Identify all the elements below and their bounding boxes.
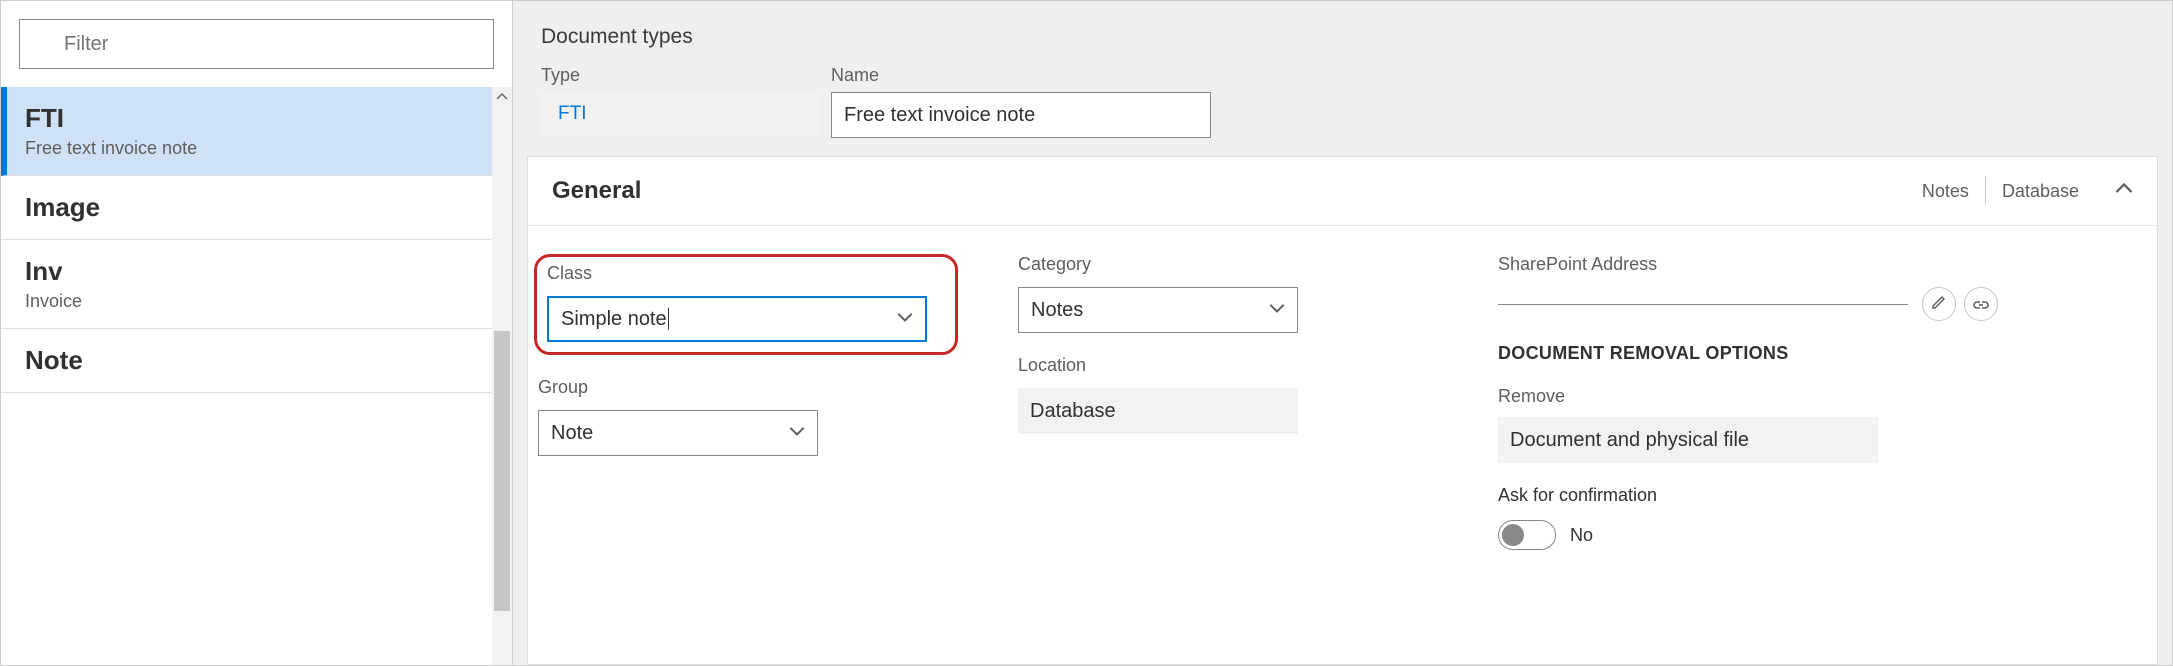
name-label: Name	[831, 65, 1211, 86]
confirm-label: Ask for confirmation	[1498, 485, 1998, 506]
general-col-3: SharePoint Address	[1498, 254, 1998, 550]
edit-button[interactable]	[1922, 287, 1956, 321]
document-type-list: FTI Free text invoice note Image Inv Inv…	[1, 87, 512, 665]
list-item-image[interactable]: Image	[1, 176, 492, 240]
general-col-1: Class Simple note Group Note	[538, 254, 958, 550]
group-field: Group Note	[538, 377, 958, 456]
app-root: FTI Free text invoice note Image Inv Inv…	[0, 0, 2173, 666]
pencil-icon	[1931, 294, 1947, 315]
toggle-track	[1498, 520, 1556, 550]
class-select[interactable]: Simple note	[547, 296, 927, 342]
class-label: Class	[547, 263, 945, 284]
category-select[interactable]: Notes	[1018, 287, 1298, 333]
general-body: Class Simple note Group Note	[528, 226, 2157, 570]
general-card-header[interactable]: General Notes Database	[528, 157, 2157, 226]
summary-tag-notes: Notes	[1906, 181, 1985, 202]
list-item-inv[interactable]: Inv Invoice	[1, 240, 492, 329]
link-icon	[1973, 294, 1989, 315]
page-title: Document types	[527, 13, 2158, 65]
type-label: Type	[541, 65, 821, 86]
sharepoint-row	[1498, 287, 1998, 321]
group-value: Note	[551, 422, 593, 445]
chevron-down-icon	[1269, 299, 1285, 322]
remove-field: Remove Document and physical file	[1498, 386, 1998, 463]
sharepoint-input[interactable]	[1498, 304, 1908, 305]
category-field: Category Notes	[1018, 254, 1438, 333]
remove-value[interactable]: Document and physical file	[1498, 417, 1878, 463]
list-item-title: Inv	[25, 256, 468, 287]
sidebar: FTI Free text invoice note Image Inv Inv…	[1, 1, 513, 665]
document-removal-heading: DOCUMENT REMOVAL OPTIONS	[1498, 343, 1998, 364]
location-label: Location	[1018, 355, 1438, 376]
general-col-2: Category Notes Location Database	[1018, 254, 1438, 550]
list-item-subtitle: Free text invoice note	[25, 138, 468, 159]
chevron-up-icon[interactable]	[2115, 180, 2133, 203]
confirm-value: No	[1570, 525, 1593, 546]
list-item-fti[interactable]: FTI Free text invoice note	[1, 87, 492, 176]
type-field: Type FTI	[541, 65, 821, 138]
toggle-knob	[1502, 524, 1524, 546]
general-title: General	[552, 177, 1906, 205]
general-card: General Notes Database Class Simple note	[527, 156, 2158, 665]
list-item-title: FTI	[25, 103, 468, 134]
filter-input[interactable]	[19, 19, 494, 69]
header-fields: Type FTI Name	[527, 65, 2158, 156]
class-value: Simple note	[561, 308, 669, 331]
sharepoint-field: SharePoint Address	[1498, 254, 1998, 321]
group-label: Group	[538, 377, 958, 398]
link-button[interactable]	[1964, 287, 1998, 321]
sharepoint-label: SharePoint Address	[1498, 254, 1998, 275]
name-field: Name	[831, 65, 1211, 138]
list-item-title: Image	[25, 192, 468, 223]
scroll-up-arrow[interactable]	[492, 87, 512, 107]
confirm-toggle[interactable]: No	[1498, 520, 1998, 550]
list-item-note[interactable]: Note	[1, 329, 492, 393]
location-value: Database	[1018, 388, 1298, 434]
type-value-link[interactable]: FTI	[541, 92, 821, 136]
main-panel: Document types Type FTI Name General Not…	[513, 1, 2172, 665]
category-value: Notes	[1031, 299, 1083, 322]
chevron-down-icon	[897, 308, 913, 331]
filter-container	[1, 1, 512, 87]
remove-label: Remove	[1498, 386, 1998, 407]
confirm-field: Ask for confirmation No	[1498, 485, 1998, 550]
location-field: Location Database	[1018, 355, 1438, 434]
summary-tag-database: Database	[1986, 181, 2095, 202]
chevron-down-icon	[789, 422, 805, 445]
class-field-highlight: Class Simple note	[534, 254, 958, 355]
name-input[interactable]	[831, 92, 1211, 138]
group-select[interactable]: Note	[538, 410, 818, 456]
scrollbar-thumb[interactable]	[494, 331, 510, 611]
list-item-subtitle: Invoice	[25, 291, 468, 312]
scrollbar-vertical[interactable]	[492, 87, 512, 665]
filter-group	[19, 19, 494, 69]
list-item-title: Note	[25, 345, 468, 376]
category-label: Category	[1018, 254, 1438, 275]
